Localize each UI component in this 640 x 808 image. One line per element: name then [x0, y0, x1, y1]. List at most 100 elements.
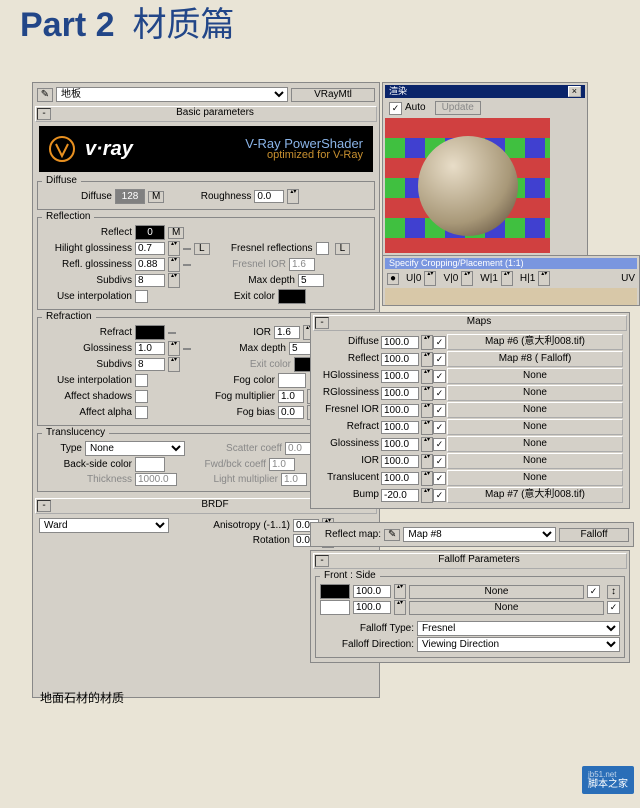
refr-gloss-input[interactable]	[135, 342, 165, 355]
map-label: IOR	[317, 456, 379, 466]
map-amount-input[interactable]	[381, 404, 419, 417]
side-map-button[interactable]: None	[409, 601, 604, 615]
falloff-dir-select[interactable]: Viewing Direction	[417, 637, 620, 652]
preview-title: 渲染	[389, 87, 407, 96]
hilight-lock[interactable]: L	[194, 243, 210, 255]
maps-panel: -Maps Diffuse▴▾✓Map #6 (意大利008.tif)Refle…	[310, 312, 630, 509]
map-amount-input[interactable]	[381, 370, 419, 383]
spinner-icon[interactable]: ▴▾	[421, 369, 433, 384]
spinner-icon[interactable]: ▴▾	[421, 437, 433, 452]
spinner-icon[interactable]: ▴▾	[421, 335, 433, 350]
reflect-map-select[interactable]: Map #8	[403, 527, 556, 542]
spinner-icon[interactable]: ▴▾	[421, 420, 433, 435]
map-row: Translucent▴▾✓None	[317, 470, 623, 486]
front-map-button[interactable]: None	[409, 585, 584, 599]
basic-params-header[interactable]: -Basic parameters	[35, 106, 377, 122]
map-amount-input[interactable]	[381, 421, 419, 434]
swap-icon[interactable]: ↕	[607, 585, 620, 599]
map-row: Reflect▴▾✓Map #8 ( Falloff)	[317, 351, 623, 367]
reflect-map-strip: Reflect map:✎Map #8Falloff	[310, 522, 634, 547]
map-row: Bump ▴▾✓Map #7 (意大利008.tif)	[317, 487, 623, 503]
map-enable-checkbox[interactable]: ✓	[433, 438, 446, 451]
spinner-icon[interactable]: ▴▾	[421, 352, 433, 367]
spinner-icon[interactable]: ▴▾	[421, 454, 433, 469]
map-enable-checkbox[interactable]: ✓	[433, 404, 446, 417]
spinner-icon[interactable]: ▴▾	[421, 471, 433, 486]
map-amount-input[interactable]	[381, 455, 419, 468]
map-amount-input[interactable]	[381, 387, 419, 400]
front-swatch[interactable]	[320, 584, 350, 599]
spinner-icon[interactable]: ▴▾	[421, 386, 433, 401]
map-enable-checkbox[interactable]: ✓	[433, 387, 446, 400]
spinner-icon[interactable]: ▴▾	[421, 403, 433, 418]
hilight-gloss-input[interactable]	[135, 242, 165, 255]
reflect-swatch[interactable]: 0	[135, 225, 165, 240]
texture-preview	[385, 288, 637, 306]
vray-subtitle: optimized for V-Ray	[245, 150, 363, 161]
map-amount-input[interactable]	[381, 336, 419, 349]
side-swatch[interactable]	[320, 600, 350, 615]
vray-banner: v·ray V-Ray PowerShader optimized for V-…	[39, 126, 373, 172]
map-enable-checkbox[interactable]: ✓	[433, 336, 446, 349]
map-slot-button[interactable]: None	[447, 402, 623, 418]
map-amount-input[interactable]	[381, 489, 419, 502]
refract-swatch[interactable]	[135, 325, 165, 340]
material-preview	[385, 118, 550, 253]
falloff-type-button[interactable]: Falloff	[559, 528, 629, 542]
map-enable-checkbox[interactable]: ✓	[433, 370, 446, 383]
map-amount-input[interactable]	[381, 472, 419, 485]
page-heading: Part 2材质篇	[20, 8, 640, 42]
falloff-panel: -Falloff Parameters Front : Side ▴▾None✓…	[310, 550, 630, 663]
map-amount-input[interactable]	[381, 353, 419, 366]
map-amount-input[interactable]	[381, 438, 419, 451]
pick-icon[interactable]: ✎	[384, 529, 400, 541]
map-row: RGlossiness▴▾✓None	[317, 385, 623, 401]
material-type-button[interactable]: VRayMtl	[291, 88, 375, 102]
falloff-header[interactable]: -Falloff Parameters	[313, 553, 627, 569]
diffuse-swatch[interactable]: 128	[115, 189, 145, 204]
material-name-select[interactable]: 地板	[56, 87, 288, 102]
ior-input[interactable]	[274, 326, 300, 339]
map-label: Glossiness	[317, 439, 379, 449]
map-slot-button[interactable]: None	[447, 453, 623, 469]
map-label: Bump	[317, 490, 379, 500]
fresnel-checkbox[interactable]	[316, 242, 329, 255]
refl-maxdepth-input[interactable]	[298, 274, 324, 287]
spinner-icon[interactable]: ▴▾	[421, 488, 433, 503]
map-slot-button[interactable]: None	[447, 419, 623, 435]
map-row: Diffuse▴▾✓Map #6 (意大利008.tif)	[317, 334, 623, 350]
refl-interp-checkbox[interactable]	[135, 290, 148, 303]
map-slot-button[interactable]: Map #6 (意大利008.tif)	[447, 334, 623, 350]
refl-subdivs-input[interactable]	[135, 274, 165, 287]
spinner-icon[interactable]: ▴▾	[287, 189, 299, 204]
cropping-panel: Specify Cropping/Placement (1:1) ●U|0▴▾V…	[382, 255, 640, 306]
map-slot-button[interactable]: None	[447, 368, 623, 384]
map-slot-button[interactable]: Map #8 ( Falloff)	[447, 351, 623, 367]
transl-type-select[interactable]: None	[85, 441, 185, 456]
map-row: Glossiness ▴▾✓None	[317, 436, 623, 452]
map-enable-checkbox[interactable]: ✓	[433, 353, 446, 366]
map-slot-button[interactable]: Map #7 (意大利008.tif)	[447, 487, 623, 503]
reflect-map-button[interactable]: M	[168, 227, 184, 239]
map-row: Refract▴▾✓None	[317, 419, 623, 435]
map-slot-button[interactable]: None	[447, 470, 623, 486]
falloff-type-select[interactable]: Fresnel	[417, 621, 620, 636]
diffuse-map-button[interactable]: M	[148, 191, 164, 203]
diffuse-group: Diffuse Diffuse 128 M Roughness ▴▾	[37, 176, 375, 210]
map-enable-checkbox[interactable]: ✓	[433, 489, 446, 502]
refl-gloss-input[interactable]	[135, 258, 165, 271]
brdf-type-select[interactable]: Ward	[39, 518, 169, 533]
map-enable-checkbox[interactable]: ✓	[433, 455, 446, 468]
map-enable-checkbox[interactable]: ✓	[433, 472, 446, 485]
refl-exit-swatch[interactable]	[278, 289, 306, 304]
cropping-title: Specify Cropping/Placement (1:1)	[389, 259, 524, 268]
map-slot-button[interactable]: None	[447, 436, 623, 452]
close-icon[interactable]: ×	[568, 86, 581, 97]
fog-swatch[interactable]	[278, 373, 306, 388]
roughness-input[interactable]	[254, 190, 284, 203]
maps-header[interactable]: -Maps	[313, 315, 627, 331]
map-slot-button[interactable]: None	[447, 385, 623, 401]
tool-icon[interactable]: ✎	[37, 88, 53, 102]
map-enable-checkbox[interactable]: ✓	[433, 421, 446, 434]
map-row: HGlossiness▴▾✓None	[317, 368, 623, 384]
